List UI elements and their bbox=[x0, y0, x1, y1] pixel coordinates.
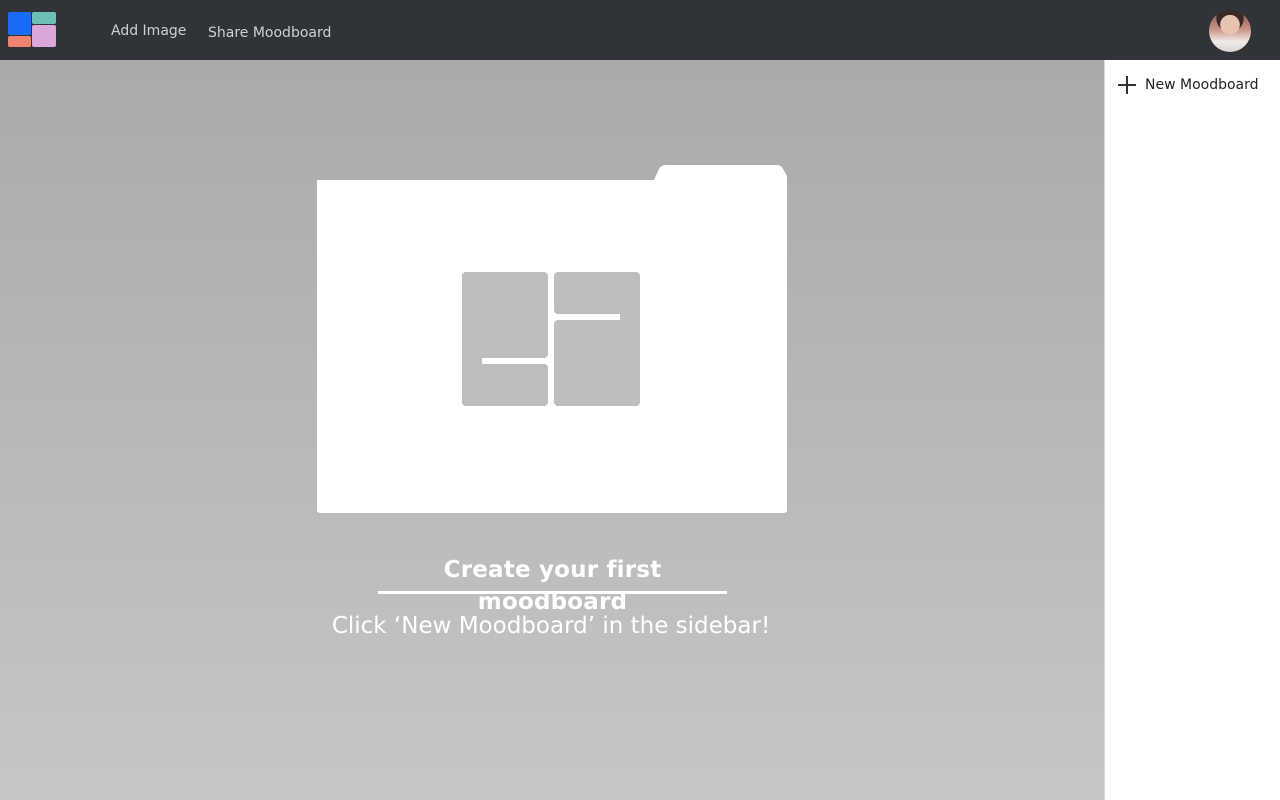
folder-grid-icon bbox=[317, 165, 787, 513]
new-moodboard-button[interactable]: New Moodboard bbox=[1117, 74, 1259, 96]
add-image-link[interactable]: Add Image bbox=[111, 0, 186, 60]
moodboard-logo-icon[interactable] bbox=[8, 12, 56, 47]
share-moodboard-link[interactable]: Share Moodboard bbox=[208, 0, 331, 60]
logo-teal-square bbox=[32, 12, 56, 24]
main-canvas: Create your first moodboard Click ‘New M… bbox=[0, 60, 1104, 800]
sidebar: New Moodboard bbox=[1104, 60, 1280, 800]
user-avatar[interactable] bbox=[1209, 10, 1251, 52]
new-moodboard-label: New Moodboard bbox=[1145, 77, 1259, 93]
logo-pink-square bbox=[32, 25, 56, 47]
plus-icon bbox=[1117, 75, 1137, 95]
empty-state-subtitle: Click ‘New Moodboard’ in the sidebar! bbox=[331, 613, 771, 639]
empty-state-title: Create your first moodboard bbox=[378, 554, 727, 615]
logo-blue-square bbox=[8, 12, 31, 35]
top-navigation-bar: Add Image Share Moodboard bbox=[0, 0, 1280, 60]
logo-coral-square bbox=[8, 36, 31, 47]
